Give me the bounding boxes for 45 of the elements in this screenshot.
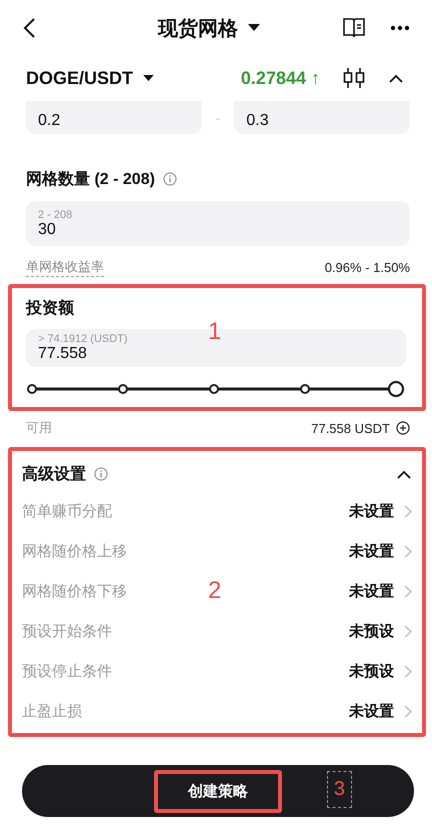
setting-label: 简单赚币分配 [22, 502, 112, 520]
setting-value[interactable]: 未设置 [349, 542, 394, 560]
slider-stop[interactable] [209, 384, 219, 394]
back-icon[interactable] [22, 17, 36, 39]
annotation-number: 3 [326, 771, 352, 808]
setting-label: 网格随价格下移 [22, 582, 127, 600]
yield-label: 单网格收益率 [26, 258, 104, 276]
investment-label: 投资额 [26, 298, 75, 319]
range-separator: - [216, 110, 220, 126]
max-price-field[interactable]: 0.3 [234, 101, 410, 134]
advanced-title[interactable]: 高级设置 [22, 464, 86, 484]
setting-value[interactable]: 未设置 [349, 502, 394, 520]
page-title[interactable]: 现货网格 [158, 14, 238, 42]
book-icon[interactable] [342, 17, 366, 39]
price-text: 0.27844 ↑ [240, 68, 320, 88]
yield-value: 0.96% - 1.50% [324, 260, 410, 274]
setting-value[interactable]: 未设置 [349, 582, 394, 600]
slider-track[interactable] [26, 379, 406, 399]
info-icon[interactable] [162, 172, 177, 186]
candlestick-icon[interactable] [342, 67, 366, 89]
setting-label: 网格随价格上移 [22, 542, 127, 560]
grid-count-label: 网格数量 (2 - 208) [26, 170, 155, 190]
slider-thumb[interactable] [388, 380, 404, 398]
setting-value[interactable]: 未预设 [349, 622, 394, 640]
add-icon[interactable] [396, 421, 410, 435]
pair-selector[interactable]: DOGE/USDT [26, 68, 134, 88]
slider-stop[interactable] [27, 384, 37, 394]
setting-label: 止盈止损 [22, 702, 82, 720]
more-icon[interactable] [390, 25, 410, 31]
caret-icon[interactable] [143, 74, 154, 82]
slider-stop[interactable] [118, 384, 128, 394]
available-value: 77.558 USDT [311, 420, 390, 436]
caret-icon[interactable] [248, 24, 260, 32]
setting-label: 预设开始条件 [22, 622, 112, 640]
info-icon[interactable] [94, 467, 108, 481]
grid-count-field[interactable]: 2 - 208 30 [26, 201, 410, 246]
min-price-field[interactable]: 0.2 [26, 101, 202, 134]
annotation-number: 2 [208, 577, 222, 605]
collapse-icon[interactable] [396, 469, 412, 479]
setting-value[interactable]: 未预设 [349, 662, 394, 680]
setting-label: 预设停止条件 [22, 662, 112, 680]
collapse-icon[interactable] [388, 73, 404, 83]
available-label: 可用 [26, 419, 52, 437]
slider-stop[interactable] [300, 384, 310, 394]
setting-value[interactable]: 未设置 [349, 702, 394, 720]
